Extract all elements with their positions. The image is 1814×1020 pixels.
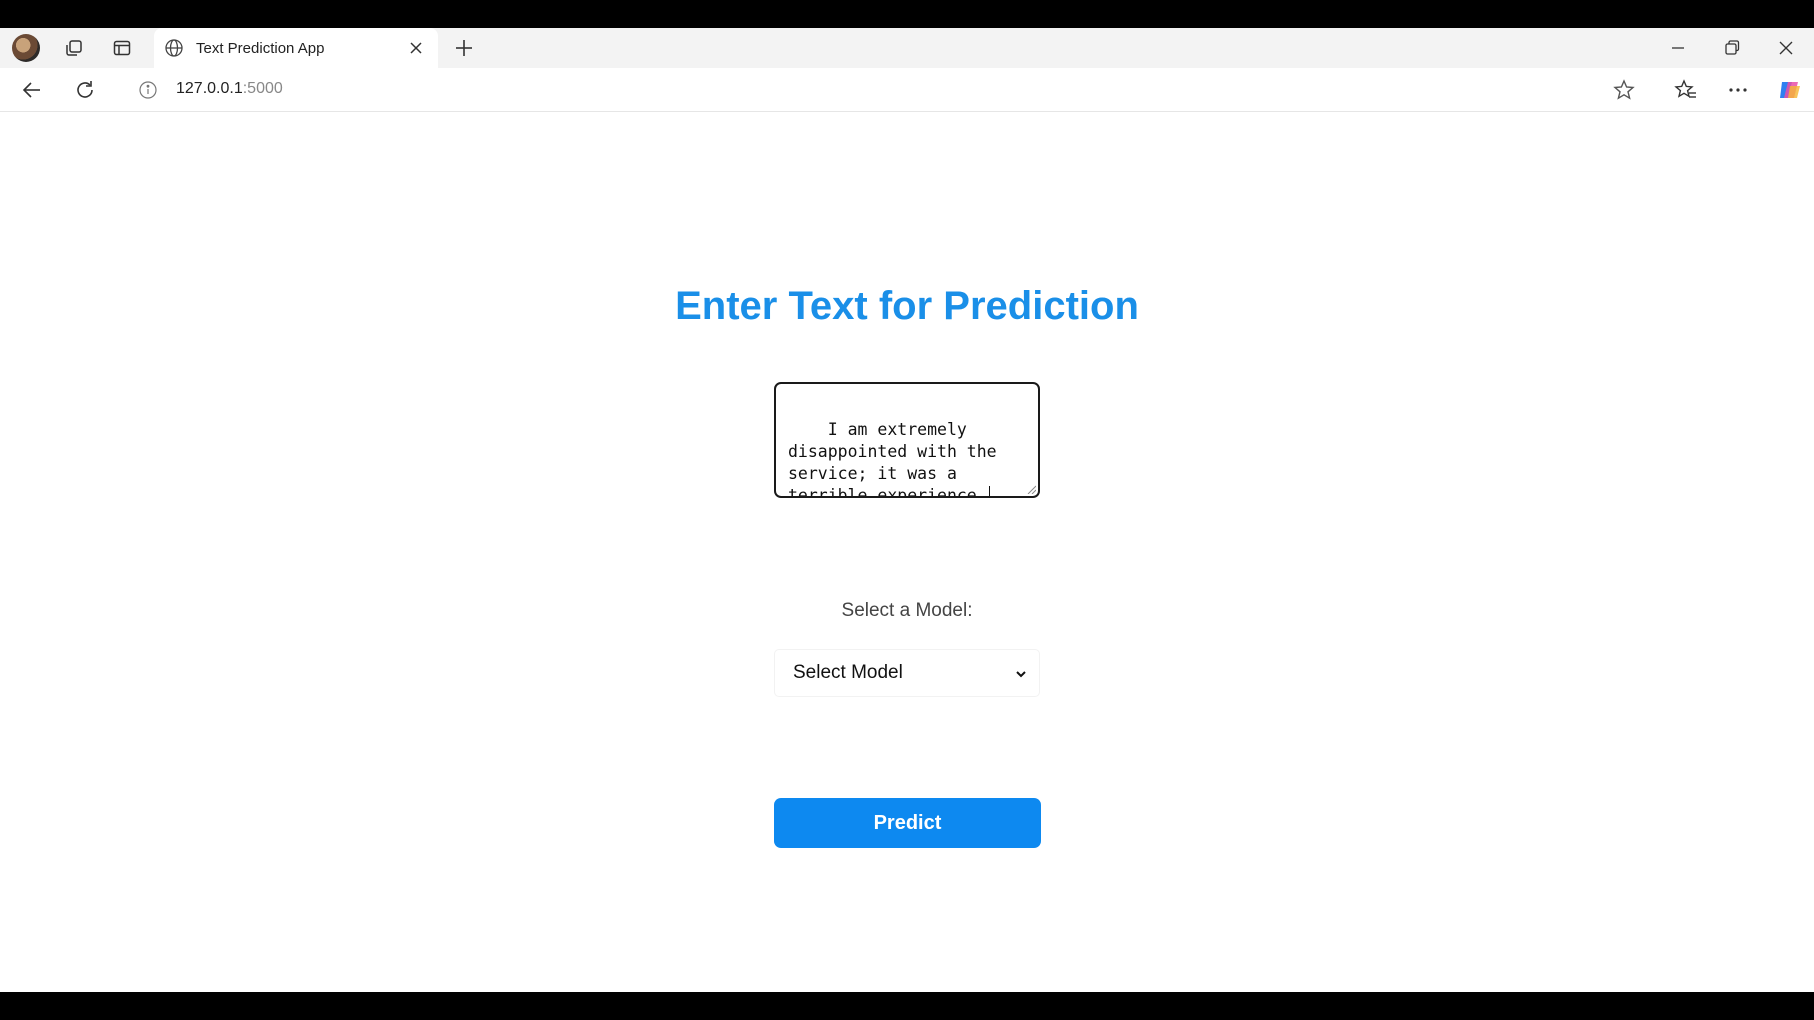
new-tab-icon[interactable] (452, 36, 476, 60)
tab-title: Text Prediction App (196, 39, 325, 57)
url-port: :5000 (242, 80, 283, 97)
url-host: 127.0.0.1 (176, 80, 243, 97)
chevron-down-icon (1011, 664, 1031, 684)
copilot-icon[interactable] (1776, 76, 1804, 104)
minimize-icon[interactable] (1666, 36, 1690, 60)
text-input[interactable]: I am extremely disappointed with the ser… (774, 382, 1040, 498)
restore-icon[interactable] (1720, 36, 1744, 60)
page-title: Enter Text for Prediction (675, 284, 1139, 328)
model-label: Select a Model: (841, 600, 973, 621)
info-icon[interactable] (138, 80, 158, 100)
window-close-icon[interactable] (1774, 36, 1798, 60)
screen-top-edge (0, 0, 1814, 28)
model-select[interactable]: Select Model (774, 649, 1040, 697)
profile-avatar[interactable] (12, 34, 40, 62)
more-icon[interactable] (1726, 78, 1750, 102)
text-caret (988, 486, 990, 496)
globe-icon (164, 38, 184, 58)
back-icon[interactable] (20, 78, 44, 102)
screen-bottom-edge (0, 992, 1814, 1020)
close-icon[interactable] (404, 36, 428, 60)
favorite-star-icon[interactable] (1612, 78, 1636, 102)
browser-tab[interactable]: Text Prediction App (154, 28, 438, 68)
model-select-value: Select Model (793, 662, 903, 683)
workspaces-icon[interactable] (62, 36, 86, 60)
refresh-icon[interactable] (73, 78, 97, 102)
text-input-value: I am extremely disappointed with the ser… (788, 420, 1007, 498)
navigation-bar: 127.0.0.1:5000 (0, 68, 1814, 112)
predict-button[interactable]: Predict (774, 798, 1041, 848)
address-bar[interactable]: 127.0.0.1:5000 (176, 80, 283, 98)
resize-handle[interactable] (1026, 484, 1036, 494)
tab-actions-icon[interactable] (110, 36, 134, 60)
favorites-icon[interactable] (1674, 78, 1698, 102)
page-content: Enter Text for Prediction I am extremely… (0, 112, 1814, 992)
